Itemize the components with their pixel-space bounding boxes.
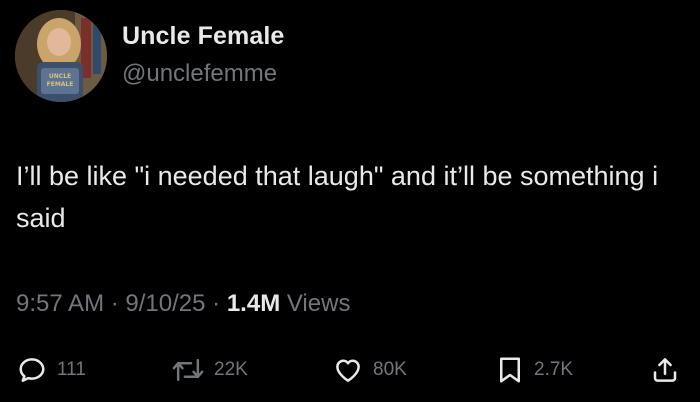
tweet-meta: 9:57 AM · 9/10/25 · 1.4M Views: [16, 290, 350, 318]
heart-icon: [336, 359, 360, 382]
reply-count: 111: [57, 359, 86, 380]
display-name[interactable]: Uncle Female: [122, 22, 284, 51]
repost-button[interactable]: 22K: [172, 352, 248, 388]
avatar-shirt-line2: FEMALE: [47, 81, 74, 88]
share-button[interactable]: [650, 352, 680, 388]
reply-button[interactable]: 111: [17, 352, 86, 388]
reply-icon: [19, 358, 45, 382]
tweet-time[interactable]: 9:57 AM: [16, 290, 104, 317]
action-bar: 111 22K 80K 2.7K: [0, 352, 700, 388]
meta-separator: ·: [212, 290, 221, 317]
tweet-text: I’ll be like "i needed that laugh" and i…: [16, 161, 659, 233]
avatar-shirt-line1: UNCLE: [49, 73, 71, 80]
like-count: 80K: [373, 359, 407, 380]
share-icon: [653, 358, 677, 382]
bookmark-button[interactable]: 2.7K: [496, 352, 573, 388]
avatar[interactable]: UNCLE FEMALE: [15, 10, 107, 102]
avatar-image: UNCLE FEMALE: [15, 10, 107, 102]
meta-separator: ·: [110, 290, 119, 317]
user-handle[interactable]: @unclefemme: [122, 60, 277, 88]
bookmark-icon: [500, 357, 520, 383]
repost-count: 22K: [214, 359, 248, 380]
repost-icon: [172, 358, 204, 382]
bookmark-count: 2.7K: [534, 359, 574, 380]
tweet-date[interactable]: 9/10/25: [125, 290, 205, 317]
views-label: Views: [286, 290, 351, 317]
like-button[interactable]: 80K: [333, 352, 407, 388]
views-count: 1.4M: [226, 290, 281, 317]
